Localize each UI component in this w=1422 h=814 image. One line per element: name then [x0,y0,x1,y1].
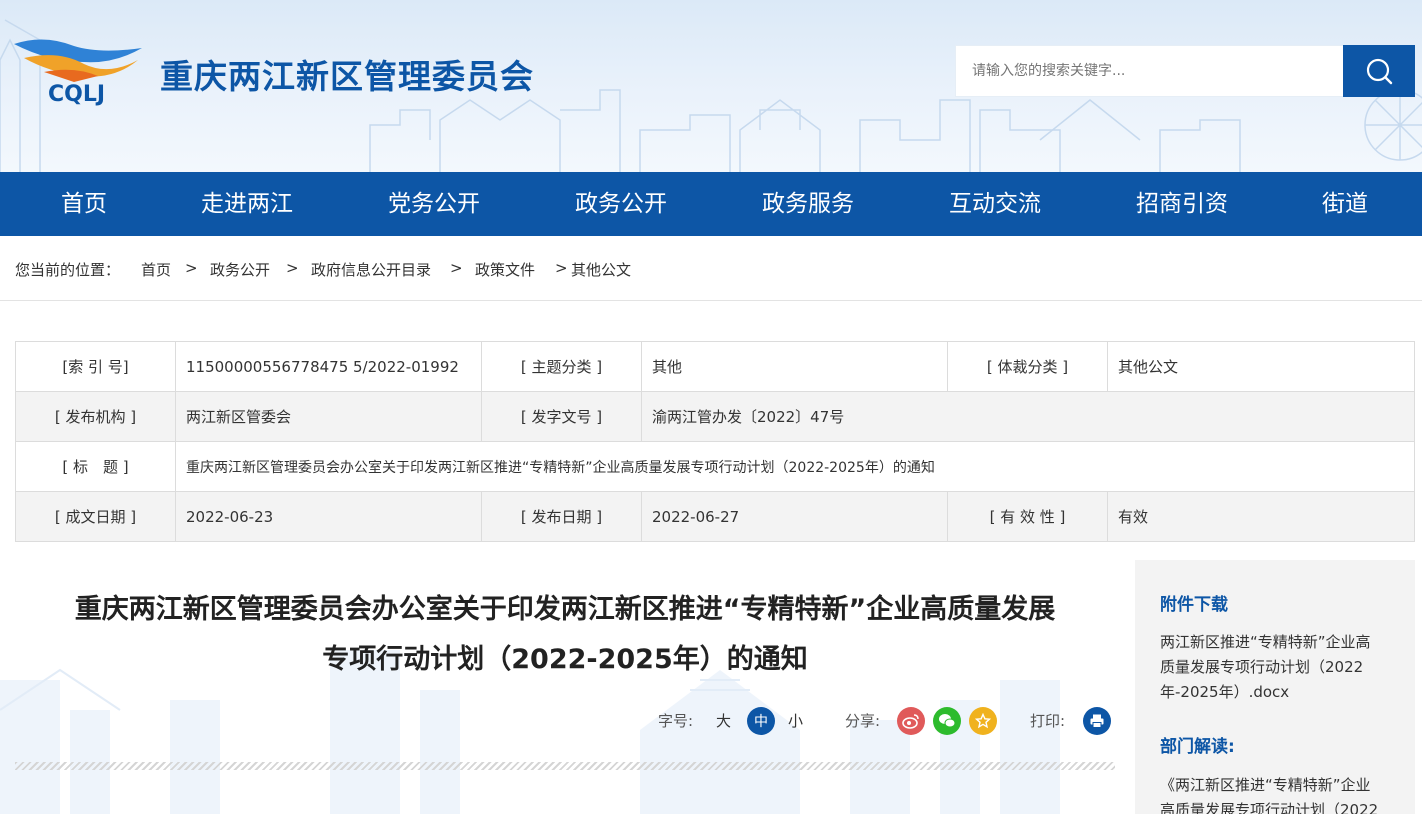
sidebar: 附件下载 两江新区推进“专精特新”企业高 质量发展专项行动计划（2022 年-2… [1135,560,1415,814]
font-size-large-button[interactable]: 大 [716,706,731,736]
index-no-value: 11500000556778475 5/2022-01992 [175,341,482,392]
breadcrumb-separator: > [286,259,299,277]
printer-icon [1090,714,1104,728]
breadcrumb-separator: > [555,259,568,277]
attachment-link[interactable]: 两江新区推进“专精特新”企业高 质量发展专项行动计划（2022 年-2025年）… [1160,630,1390,705]
share-label: 分享: [845,712,881,730]
attachment-link-line: 年-2025年）.docx [1160,683,1290,701]
search-icon [1366,58,1393,85]
main-nav: 首页 走进两江 党务公开 政务公开 政务服务 互动交流 招商引资 街道 [0,172,1422,236]
nav-item-interaction[interactable]: 互动交流 [949,172,1041,236]
favorite-button[interactable] [969,707,997,735]
font-size-small-button[interactable]: 小 [788,706,803,736]
nav-item-investment[interactable]: 招商引资 [1136,172,1228,236]
interpretation-heading: 部门解读: [1160,737,1235,757]
breadcrumb-item-catalog[interactable]: 政府信息公开目录 [311,259,431,280]
table-row: [ 成文日期 ] 2022-06-23 [ 发布日期 ] 2022-06-27 … [15,491,1415,542]
genre-label: [ 体裁分类 ] [947,341,1108,392]
interpretation-link-line: 《两江新区推进“专精特新”企业 [1160,776,1371,794]
breadcrumb-item-policy-docs[interactable]: 政策文件 [475,259,535,280]
title-value: 重庆两江新区管理委员会办公室关于印发两江新区推进“专精特新”企业高质量发展专项行… [175,441,1415,492]
publish-date-value: 2022-06-27 [641,491,948,542]
nav-item-gov-services[interactable]: 政务服务 [762,172,854,236]
attachment-heading: 附件下载 [1160,595,1228,615]
written-date-value: 2022-06-23 [175,491,482,542]
breadcrumb-item-home[interactable]: 首页 [141,259,171,280]
search-button[interactable] [1343,45,1415,97]
written-date-label: [ 成文日期 ] [15,491,176,542]
topic-label: [ 主题分类 ] [481,341,642,392]
breadcrumb-prefix: 您当前的位置： [15,261,121,279]
star-icon [975,713,991,729]
publish-date-label: [ 发布日期 ] [481,491,642,542]
attachment-link-line: 质量发展专项行动计划（2022 [1160,658,1364,676]
breadcrumb-separator: > [450,259,463,277]
publisher-value: 两江新区管委会 [175,391,482,442]
article-title-line: 重庆两江新区管理委员会办公室关于印发两江新区推进“专精特新”企业高质量发展 [74,594,1056,625]
site-header: CQLJ 重庆两江新区管理委员会 [0,0,1422,172]
breadcrumb-item-gov-affairs[interactable]: 政务公开 [210,259,270,280]
validity-value: 有效 [1107,491,1415,542]
cqlj-logo-icon[interactable]: CQLJ [14,36,144,106]
print-label: 打印: [1030,712,1066,730]
publisher-label: [ 发布机构 ] [15,391,176,442]
nav-item-party-affairs[interactable]: 党务公开 [388,172,480,236]
nav-item-home[interactable]: 首页 [61,172,107,236]
print-button[interactable] [1083,707,1111,735]
doc-no-label: [ 发字文号 ] [481,391,642,442]
interpretation-link[interactable]: 《两江新区推进“专精特新”企业 高质量发展专项行动计划（2022 [1160,773,1390,814]
font-size-label: 字号: [658,712,694,730]
nav-item-about[interactable]: 走进两江 [201,172,293,236]
nav-item-streets[interactable]: 街道 [1322,172,1368,236]
article-title: 重庆两江新区管理委员会办公室关于印发两江新区推进“专精特新”企业高质量发展 专项… [15,585,1115,685]
font-size-medium-button[interactable]: 中 [747,707,775,735]
document-info-table: [索 引 号] 11500000556778475 5/2022-01992 [… [15,341,1415,542]
divider [15,762,1115,770]
logo-abbreviation: CQLJ [48,82,105,106]
topic-value: 其他 [641,341,948,392]
genre-value: 其他公文 [1107,341,1415,392]
wechat-share-button[interactable] [933,707,961,735]
index-no-label: [索 引 号] [15,341,176,392]
breadcrumb-separator: > [185,259,198,277]
interpretation-link-line: 高质量发展专项行动计划（2022 [1160,801,1379,814]
search-input[interactable] [955,45,1343,97]
table-row: [ 标 题 ] 重庆两江新区管理委员会办公室关于印发两江新区推进“专精特新”企业… [15,441,1415,492]
validity-label: [ 有 效 性 ] [947,491,1108,542]
nav-item-gov-affairs[interactable]: 政务公开 [575,172,667,236]
site-title[interactable]: 重庆两江新区管理委员会 [160,50,534,98]
breadcrumb: 您当前的位置： 首页 > 政务公开 > 政府信息公开目录 > 政策文件 > 其他… [0,236,1422,301]
title-label: [ 标 题 ] [15,441,176,492]
breadcrumb-item-other-docs[interactable]: 其他公文 [571,259,631,280]
article-title-line: 专项行动计划（2022-2025年）的通知 [322,644,808,675]
wechat-icon [939,714,956,728]
table-row: [索 引 号] 11500000556778475 5/2022-01992 [… [15,341,1415,392]
attachment-link-line: 两江新区推进“专精特新”企业高 [1160,633,1371,651]
weibo-icon [902,714,919,729]
doc-no-value: 渝两江管办发〔2022〕47号 [641,391,1415,442]
table-row: [ 发布机构 ] 两江新区管委会 [ 发字文号 ] 渝两江管办发〔2022〕47… [15,391,1415,442]
weibo-share-button[interactable] [897,707,925,735]
